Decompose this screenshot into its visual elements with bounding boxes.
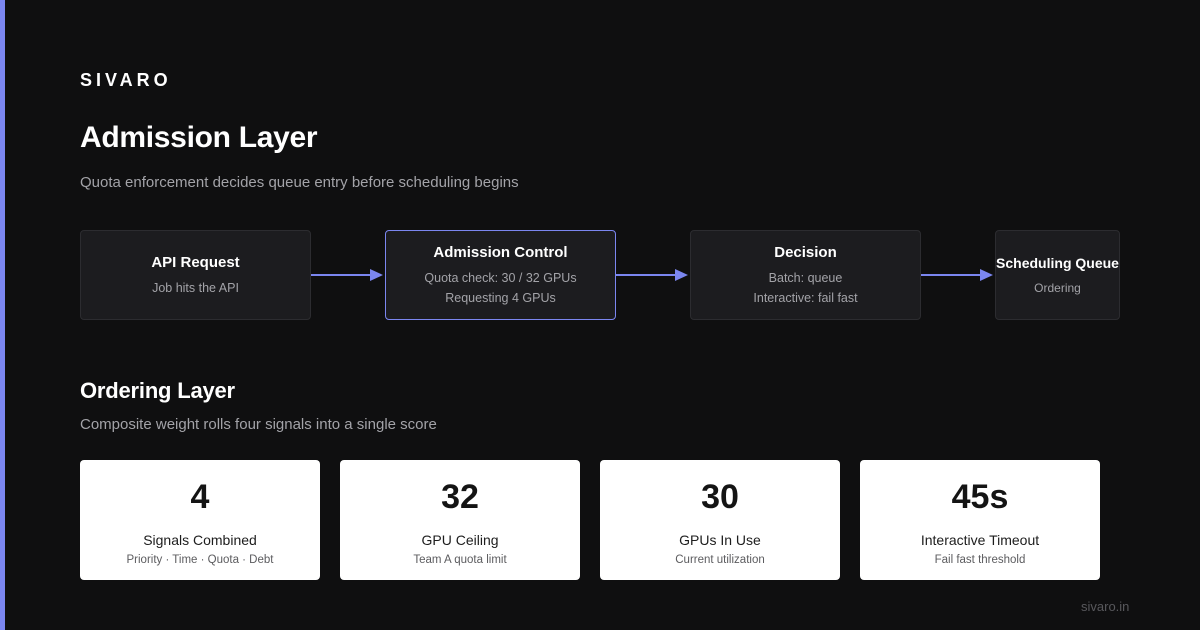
ordering-subtitle: Composite weight rolls four signals into… xyxy=(80,416,437,433)
stat-note: Team A quota limit xyxy=(413,554,507,566)
stat-card-signals: 4 Signals Combined Priority · Time · Quo… xyxy=(80,460,320,580)
stat-label: GPU Ceiling xyxy=(421,532,499,548)
flow-step-title: Scheduling Queue xyxy=(996,254,1119,271)
stat-note: Priority · Time · Quota · Debt xyxy=(126,554,274,566)
stat-label: Signals Combined xyxy=(143,532,257,548)
flow-step-decision: Decision Batch: queue Interactive: fail … xyxy=(690,230,921,320)
ordering-title: Ordering Layer xyxy=(80,378,235,403)
stat-note: Fail fast threshold xyxy=(934,554,1026,566)
flow-step-detail: Requesting 4 GPUs xyxy=(445,290,556,305)
stat-card-gpu-ceiling: 32 GPU Ceiling Team A quota limit xyxy=(340,460,580,580)
stat-note: Current utilization xyxy=(675,554,765,566)
stat-label: Interactive Timeout xyxy=(920,532,1040,548)
brand-logo: SIVARO xyxy=(80,70,172,90)
flow-step-detail: Ordering xyxy=(1034,280,1081,295)
flow-step-title: Decision xyxy=(774,243,837,261)
flow-arrow xyxy=(921,269,993,281)
flow-step-detail: Batch: queue xyxy=(768,270,843,285)
admission-title: Admission Layer xyxy=(80,121,318,154)
stat-value: 4 xyxy=(190,478,210,516)
flow-step-title: Admission Control xyxy=(433,243,568,261)
footer-url: sivaro.in xyxy=(1081,599,1130,614)
admission-subtitle: Quota enforcement decides queue entry be… xyxy=(80,174,519,191)
flow-step-detail: Quota check: 30 / 32 GPUs xyxy=(424,270,577,285)
accent-bar xyxy=(0,0,5,630)
flow-step-title: API Request xyxy=(151,253,240,271)
stat-value: 45s xyxy=(951,478,1009,516)
flow-step-admission-control: Admission Control Quota check: 30 / 32 G… xyxy=(385,230,616,320)
stat-card-interactive-timeout: 45s Interactive Timeout Fail fast thresh… xyxy=(860,460,1100,580)
flow-step-api-request: API Request Job hits the API xyxy=(80,230,311,320)
stat-card-gpus-in-use: 30 GPUs In Use Current utilization xyxy=(600,460,840,580)
flow-arrow xyxy=(616,269,688,281)
stat-label: GPUs In Use xyxy=(679,532,761,548)
flow-arrow xyxy=(311,269,383,281)
stat-value: 32 xyxy=(441,478,479,516)
flow-step-scheduling-queue: Scheduling Queue Ordering xyxy=(995,230,1120,320)
flow-step-detail: Job hits the API xyxy=(152,280,239,295)
stat-value: 30 xyxy=(701,478,739,516)
flow-step-detail: Interactive: fail fast xyxy=(753,290,858,305)
